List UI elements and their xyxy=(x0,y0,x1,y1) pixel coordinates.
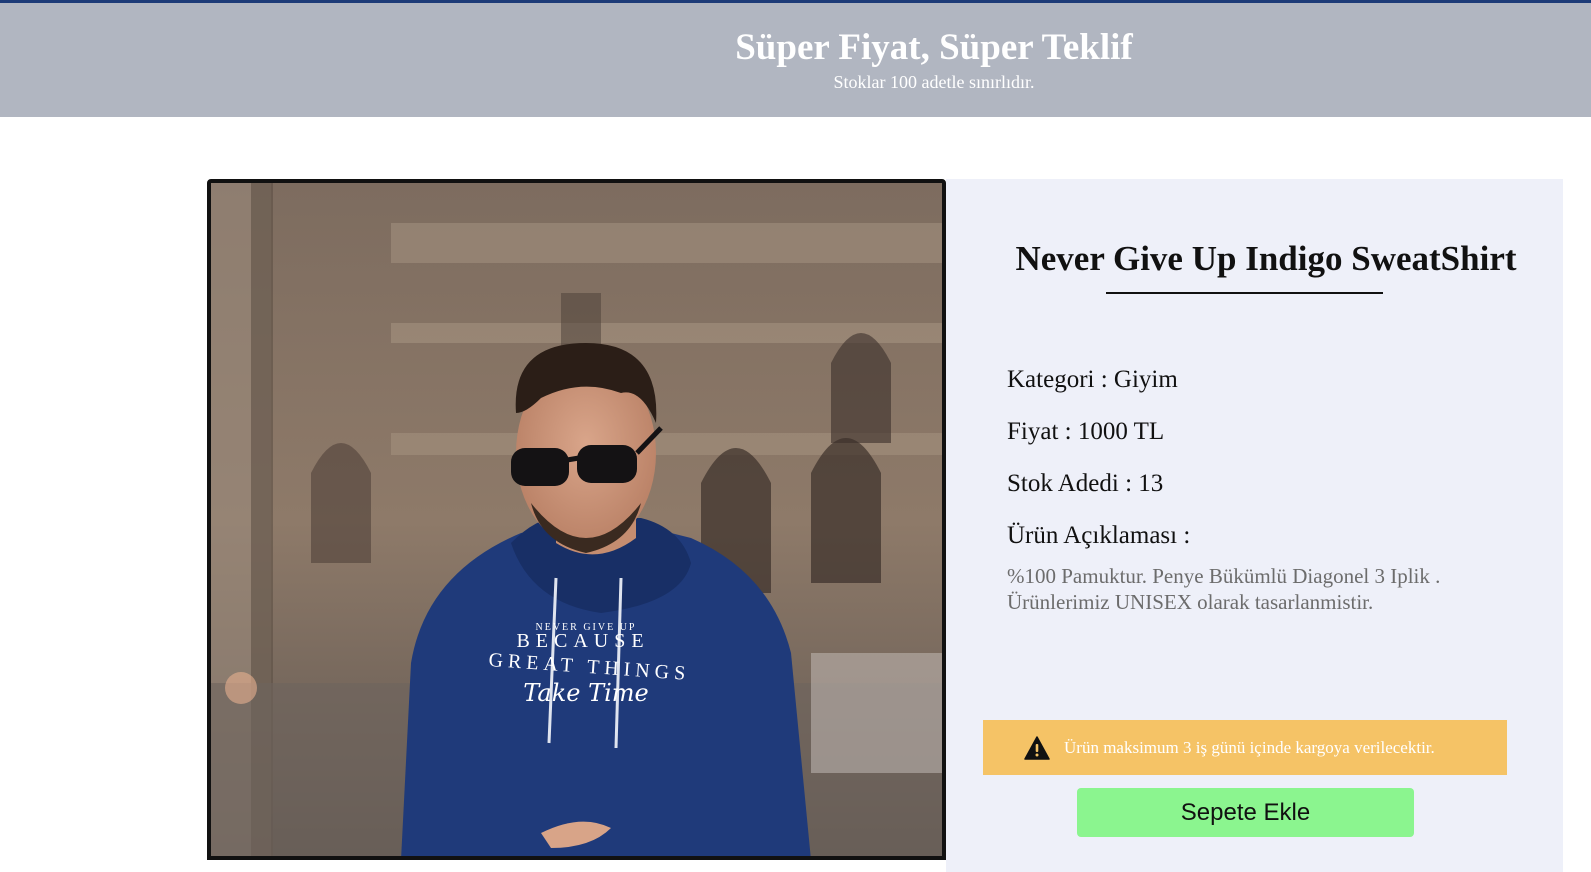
product-info-panel: Never Give Up Indigo SweatShirt Kategori… xyxy=(946,179,1563,872)
add-to-cart-button[interactable]: Sepete Ekle xyxy=(1077,788,1414,837)
print-line-2: BECAUSE xyxy=(516,630,649,652)
title-divider xyxy=(1106,292,1383,294)
product-photo: NEVER GIVE UP BECAUSE GREAT THINGS Take … xyxy=(211,183,942,856)
shipping-notice: Ürün maksimum 3 iş günü içinde kargoya v… xyxy=(983,720,1507,775)
promo-banner: Süper Fiyat, Süper Teklif Stoklar 100 ad… xyxy=(0,3,1591,117)
product-description-label: Ürün Açıklaması : xyxy=(1007,522,1191,549)
banner-subtitle: Stoklar 100 adetle sınırlıdır. xyxy=(833,72,1035,92)
print-line-4: Take Time xyxy=(523,679,648,707)
product-title: Never Give Up Indigo SweatShirt xyxy=(1015,239,1517,278)
product-stock: Stok Adedi : 13 xyxy=(1007,470,1164,497)
banner-title: Süper Fiyat, Süper Teklif xyxy=(735,27,1133,68)
warning-icon xyxy=(1024,735,1050,760)
product-price: Fiyat : 1000 TL xyxy=(1007,418,1165,445)
shipping-notice-text: Ürün maksimum 3 iş günü içinde kargoya v… xyxy=(1064,737,1435,757)
product-image: NEVER GIVE UP BECAUSE GREAT THINGS Take … xyxy=(207,179,946,860)
product-description: %100 Pamuktur. Penye Bükümlü Diagonel 3 … xyxy=(1007,564,1441,614)
product-category: Kategori : Giyim xyxy=(1007,366,1178,393)
